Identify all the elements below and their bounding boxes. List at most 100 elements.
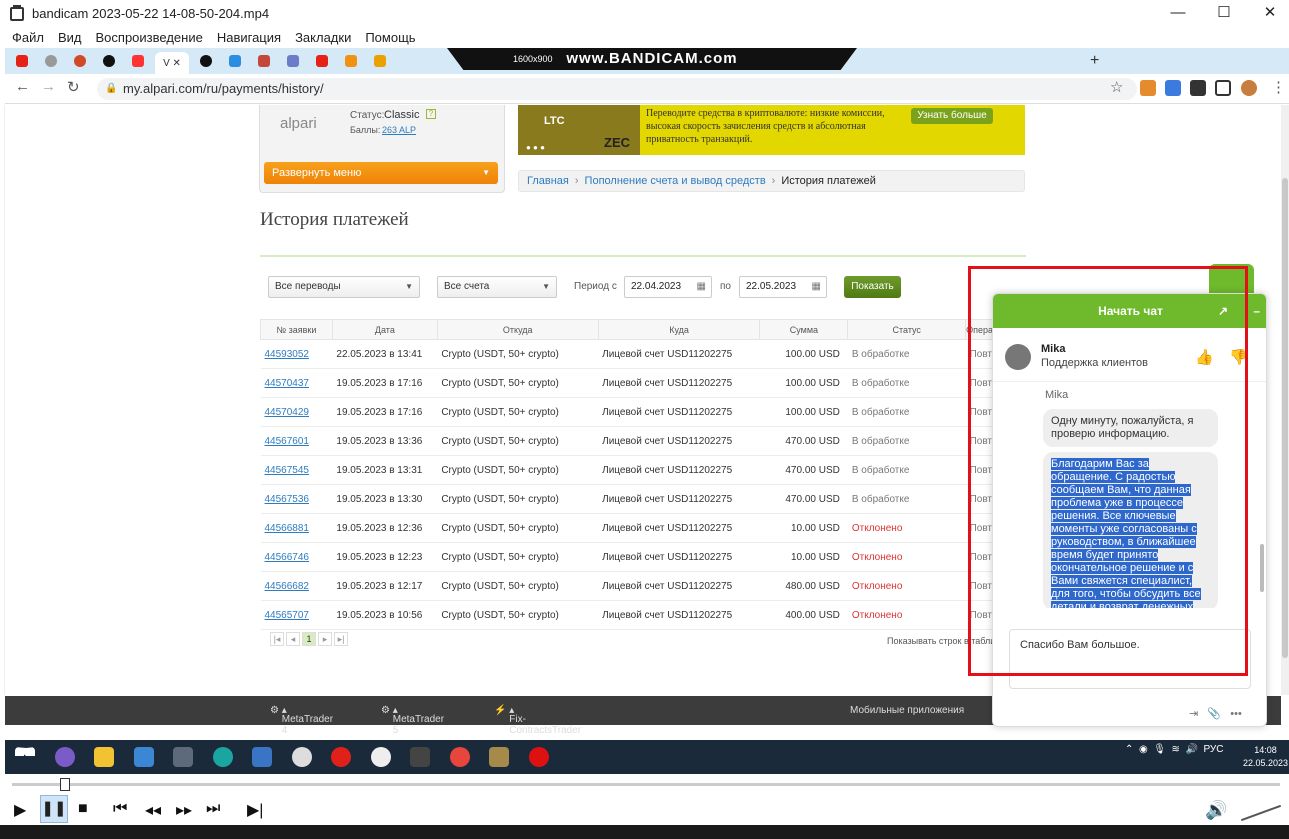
tab-11[interactable] [310,53,334,69]
tab-10[interactable] [281,53,305,69]
show-button[interactable]: Показать [844,276,901,298]
request-link[interactable]: 44567601 [265,436,310,447]
explorer-icon[interactable] [94,747,114,767]
prev-page-icon[interactable]: ◂ [286,632,300,646]
sidebar-icon[interactable] [1215,80,1231,96]
close-button[interactable]: ✕ [1247,0,1289,27]
cell-id[interactable]: 44565707 [260,600,333,630]
tab-close-icon[interactable]: ✕ [173,58,181,69]
wifi-icon[interactable]: ≋ [1172,744,1180,755]
forward-icon[interactable]: → [41,78,56,95]
skip-forward-icon[interactable]: ⏭ [206,800,220,818]
player-icon[interactable] [489,747,509,767]
rewind-icon[interactable]: ◂◂ [145,800,161,820]
col-from[interactable]: Откуда [436,319,599,340]
cell-id[interactable]: 44567536 [260,484,333,514]
yandex-browser-icon[interactable] [371,747,391,767]
cell-id[interactable]: 44567545 [260,455,333,485]
transfer-icon[interactable]: ⇥ [1189,708,1198,720]
language-indicator[interactable]: РУС [1203,744,1223,755]
menu-view[interactable]: Вид [58,30,82,45]
tab-12[interactable] [339,53,363,69]
play-icon[interactable]: ▶ [14,800,26,820]
tab-yandex[interactable] [126,53,150,69]
request-link[interactable]: 44565707 [265,610,310,621]
translate-icon[interactable] [1165,80,1181,96]
col-status[interactable]: Статус [847,319,967,340]
windows-start-icon[interactable] [15,747,35,756]
tab-active[interactable]: V ✕ [155,52,189,74]
stop-icon[interactable]: ■ [78,800,88,818]
bookmark-star-icon[interactable]: ☆ [1110,78,1123,96]
record-icon[interactable]: ◉ [1139,744,1148,755]
menu-file[interactable]: Файл [12,30,44,45]
breadcrumb-deposit[interactable]: Пополнение счета и вывод средств [585,175,766,187]
volume-slider[interactable] [1240,804,1282,822]
request-link[interactable]: 44570437 [265,378,310,389]
first-page-icon[interactable]: |◂ [270,632,284,646]
avatar[interactable] [1241,80,1257,96]
extensions-icon[interactable] [1190,80,1206,96]
chat-scrollbar[interactable] [1260,544,1264,592]
help-icon[interactable]: ? [426,109,436,119]
attach-icon[interactable]: 📎 [1207,708,1221,720]
minimize-chat-icon[interactable]: – [1253,294,1260,328]
browser-menu-icon[interactable]: ⋮ [1271,78,1286,96]
page-scroll-thumb[interactable] [1282,178,1288,658]
seek-handle[interactable] [60,778,70,791]
request-link[interactable]: 44570429 [265,407,310,418]
pause-button[interactable]: ❚❚ [40,795,68,823]
cell-id[interactable]: 44566746 [260,542,333,572]
store-icon[interactable] [134,747,154,767]
request-link[interactable]: 44566682 [265,581,310,592]
mic-icon[interactable]: 🎙 [1153,744,1166,755]
menu-bookmarks[interactable]: Закладки [295,30,351,45]
col-sum[interactable]: Сумма [759,319,849,340]
col-id[interactable]: № заявки [260,319,333,340]
tab-7[interactable] [194,53,218,69]
app-icon[interactable] [252,747,272,767]
frame-step-icon[interactable]: ▶| [247,800,263,820]
menu-navigation[interactable]: Навигация [217,30,281,45]
cell-id[interactable]: 44566881 [260,513,333,543]
breadcrumb-home[interactable]: Главная [527,175,569,187]
fast-forward-icon[interactable]: ▸▸ [176,800,192,820]
cell-id[interactable]: 44567601 [260,426,333,456]
cell-id[interactable]: 44566682 [260,571,333,601]
tab-youtube[interactable] [10,53,34,69]
cell-id[interactable]: 44593052 [260,339,333,369]
edge-icon[interactable] [213,747,233,767]
tab-3[interactable] [68,53,92,69]
volume-icon[interactable]: 🔊 [1205,800,1227,821]
current-page[interactable]: 1 [302,632,316,646]
seek-track[interactable] [12,783,1280,786]
more-icon[interactable]: ••• [1230,708,1242,720]
seek-bar[interactable] [0,775,1289,794]
volume-icon[interactable]: 🔊 [1185,744,1197,755]
tab-2[interactable] [39,53,63,69]
tray-arrow-icon[interactable]: ⌃ [1125,744,1133,755]
date-from-input[interactable]: 22.04.2023 [624,276,712,298]
last-page-icon[interactable]: ▸| [334,632,348,646]
url-input[interactable]: my.alpari.com/ru/payments/history/ [97,78,1137,100]
request-link[interactable]: 44567536 [265,494,310,505]
request-link[interactable]: 44566746 [265,552,310,563]
transfers-select[interactable]: Все переводы [268,276,420,298]
accounts-select[interactable]: Все счета [437,276,557,298]
minimize-button[interactable]: — [1155,0,1201,27]
new-tab-button[interactable]: + [1090,52,1099,70]
col-to[interactable]: Куда [597,319,761,340]
metatrader4-link[interactable]: ⚙ MetaTrader 4 ▴ [270,705,333,736]
next-page-icon[interactable]: ▸ [318,632,332,646]
request-link[interactable]: 44593052 [265,349,310,360]
date-to-input[interactable]: 22.05.2023 [739,276,827,298]
trading-app-icon[interactable] [410,747,430,767]
cell-id[interactable]: 44570437 [260,368,333,398]
opera-icon[interactable] [331,747,351,767]
settings-icon[interactable] [292,747,312,767]
banner-dots[interactable]: ● ● ● [526,143,545,152]
fix-contracts-link[interactable]: ⚡ Fix-ContractsTrader ▴ [494,705,581,736]
skip-back-icon[interactable]: ⏮ [113,800,127,818]
menu-playback[interactable]: Воспроизведение [96,30,203,45]
back-icon[interactable]: ← [15,78,30,95]
